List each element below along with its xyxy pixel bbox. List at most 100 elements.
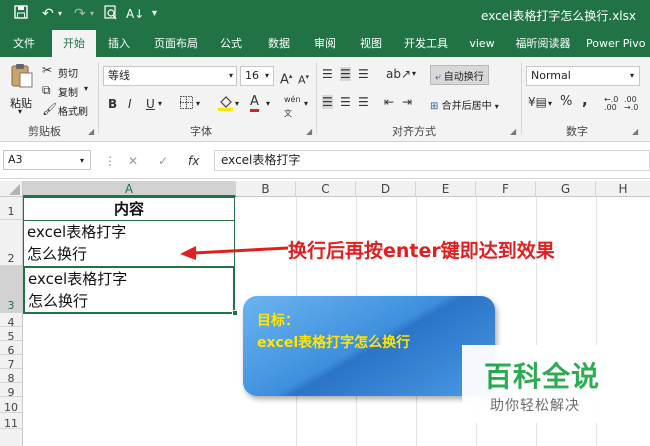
cut-icon[interactable]: ✂ bbox=[42, 63, 52, 77]
more-options-icon[interactable]: ⋮ bbox=[104, 154, 116, 168]
row-header-11[interactable]: 11 bbox=[0, 413, 23, 430]
merge-dropdown-icon[interactable]: ▾ bbox=[495, 102, 499, 111]
enter-icon[interactable]: ✓ bbox=[158, 154, 168, 168]
orientation-icon[interactable]: ab↗ bbox=[386, 67, 411, 81]
row-header-10[interactable]: 10 bbox=[0, 397, 23, 414]
increase-indent-icon[interactable]: ⇥ bbox=[402, 95, 412, 109]
currency-dropdown-icon[interactable]: ▾ bbox=[548, 99, 552, 108]
tab-insert[interactable]: 插入 bbox=[98, 30, 140, 57]
row-header-2[interactable]: 2 bbox=[0, 220, 23, 266]
align-left-icon[interactable]: ☰ bbox=[322, 95, 333, 109]
select-all-corner[interactable] bbox=[0, 181, 23, 197]
row-header-7[interactable]: 7 bbox=[0, 355, 23, 371]
percent-icon[interactable]: % bbox=[560, 95, 572, 109]
row-header-5[interactable]: 5 bbox=[0, 327, 23, 343]
print-preview-icon[interactable] bbox=[104, 5, 118, 25]
merge-center-button[interactable]: ⊞ 合并后居中 ▾ bbox=[430, 97, 499, 112]
formula-input[interactable]: excel表格打字 bbox=[214, 150, 650, 171]
underline-icon[interactable]: U bbox=[146, 97, 155, 111]
phonetic-dropdown-icon[interactable]: ▾ bbox=[304, 99, 308, 108]
bold-icon[interactable]: B bbox=[108, 97, 117, 111]
row-header-1[interactable]: 1 bbox=[0, 197, 23, 220]
redo-dropdown-icon[interactable]: ▾ bbox=[90, 5, 94, 23]
orientation-dropdown-icon[interactable]: ▾ bbox=[412, 69, 416, 78]
phonetic-guide-icon[interactable]: wén 文 bbox=[284, 93, 301, 121]
column-header-b[interactable]: B bbox=[236, 181, 296, 197]
row-header-6[interactable]: 6 bbox=[0, 341, 23, 357]
font-name-dropdown-icon[interactable]: ▾ bbox=[229, 71, 233, 80]
fill-color-icon[interactable] bbox=[218, 95, 233, 114]
row-header-9[interactable]: 9 bbox=[0, 383, 23, 399]
alignment-launcher-icon[interactable]: ◢ bbox=[510, 127, 516, 136]
save-icon[interactable] bbox=[14, 5, 28, 24]
row-header-8[interactable]: 8 bbox=[0, 369, 23, 385]
name-box[interactable]: A3 bbox=[3, 150, 91, 170]
column-header-h[interactable]: H bbox=[596, 181, 650, 197]
decrease-indent-icon[interactable]: ⇤ bbox=[384, 95, 394, 109]
tab-view-en[interactable]: view bbox=[462, 30, 502, 57]
column-header-c[interactable]: C bbox=[296, 181, 356, 197]
comma-style-icon[interactable]: , bbox=[582, 93, 588, 108]
undo-dropdown-icon[interactable]: ▾ bbox=[58, 5, 62, 23]
cut-button[interactable]: 剪切 bbox=[58, 65, 78, 80]
tab-power-pivot[interactable]: Power Pivo bbox=[586, 30, 650, 57]
number-launcher-icon[interactable]: ◢ bbox=[632, 127, 638, 136]
column-header-e[interactable]: E bbox=[416, 181, 476, 197]
copy-icon[interactable]: ⧉ bbox=[42, 83, 51, 97]
font-launcher-icon[interactable]: ◢ bbox=[306, 127, 312, 136]
font-color-icon[interactable]: A bbox=[250, 95, 259, 112]
fill-handle[interactable] bbox=[232, 310, 238, 316]
align-top-icon[interactable]: ☰ bbox=[322, 67, 333, 81]
decrease-font-icon[interactable]: A▾ bbox=[298, 70, 309, 88]
borders-dropdown-icon[interactable]: ▾ bbox=[196, 99, 200, 108]
copy-dropdown-icon[interactable]: ▾ bbox=[84, 84, 88, 93]
tab-formulas[interactable]: 公式 bbox=[210, 30, 252, 57]
tab-home[interactable]: 开始 bbox=[52, 30, 96, 57]
italic-icon[interactable]: I bbox=[128, 97, 132, 111]
borders-icon[interactable] bbox=[180, 96, 193, 112]
decrease-decimal-icon[interactable]: .00 →.0 bbox=[624, 96, 638, 112]
tab-page-layout[interactable]: 页面布局 bbox=[146, 30, 206, 57]
format-painter-button[interactable]: 格式刷 bbox=[58, 103, 88, 118]
number-format-select[interactable]: Normal bbox=[526, 66, 640, 86]
insert-function-icon[interactable]: fx bbox=[188, 154, 199, 168]
column-header-d[interactable]: D bbox=[356, 181, 416, 197]
increase-decimal-icon[interactable]: ←.0.00 bbox=[604, 96, 618, 112]
paste-dropdown-icon[interactable]: ▾ bbox=[18, 107, 22, 116]
copy-button[interactable]: 复制 bbox=[58, 84, 78, 99]
cell-a1[interactable]: 内容 bbox=[23, 197, 235, 221]
align-center-icon[interactable]: ☰ bbox=[340, 95, 351, 109]
tab-developer[interactable]: 开发工具 bbox=[396, 30, 456, 57]
cancel-icon[interactable]: ✕ bbox=[128, 154, 138, 168]
clipboard-launcher-icon[interactable]: ◢ bbox=[88, 127, 94, 136]
sort-icon[interactable]: A↓ bbox=[126, 5, 144, 23]
align-middle-icon[interactable]: ☰ bbox=[340, 67, 351, 81]
tab-review[interactable]: 审阅 bbox=[304, 30, 346, 57]
column-header-f[interactable]: F bbox=[476, 181, 536, 197]
increase-font-icon[interactable]: A▴ bbox=[280, 69, 292, 87]
currency-icon[interactable]: ¥▤ bbox=[528, 95, 547, 109]
wrap-text-button[interactable]: ⤶ 自动换行 bbox=[430, 65, 489, 85]
font-name-select[interactable]: 等线 bbox=[103, 66, 237, 86]
font-size-dropdown-icon[interactable]: ▾ bbox=[265, 71, 269, 80]
tab-view[interactable]: 视图 bbox=[350, 30, 392, 57]
number-format-dropdown-icon[interactable]: ▾ bbox=[630, 71, 634, 80]
tab-data[interactable]: 数据 bbox=[258, 30, 300, 57]
paste-icon[interactable] bbox=[10, 63, 34, 92]
name-box-dropdown-icon[interactable]: ▾ bbox=[80, 156, 84, 165]
font-color-dropdown-icon[interactable]: ▾ bbox=[266, 99, 270, 108]
redo-icon[interactable]: ↷ bbox=[74, 5, 86, 23]
column-header-g[interactable]: G bbox=[536, 181, 596, 197]
cell-a3-selected[interactable]: excel表格打字 怎么换行 bbox=[23, 266, 235, 314]
tab-foxit-reader[interactable]: 福昕阅读器 bbox=[508, 30, 578, 57]
row-header-12[interactable] bbox=[0, 429, 23, 446]
undo-icon[interactable]: ↶ bbox=[42, 5, 54, 23]
column-header-a[interactable]: A bbox=[23, 181, 236, 197]
tab-file[interactable]: 文件 bbox=[4, 30, 44, 57]
align-bottom-icon[interactable]: ☰ bbox=[358, 67, 369, 81]
align-right-icon[interactable]: ☰ bbox=[358, 95, 369, 109]
fill-color-dropdown-icon[interactable]: ▾ bbox=[235, 99, 239, 108]
underline-dropdown-icon[interactable]: ▾ bbox=[158, 99, 162, 108]
format-painter-icon[interactable]: 🖌 bbox=[42, 102, 57, 116]
row-header-3[interactable]: 3 bbox=[0, 266, 23, 313]
